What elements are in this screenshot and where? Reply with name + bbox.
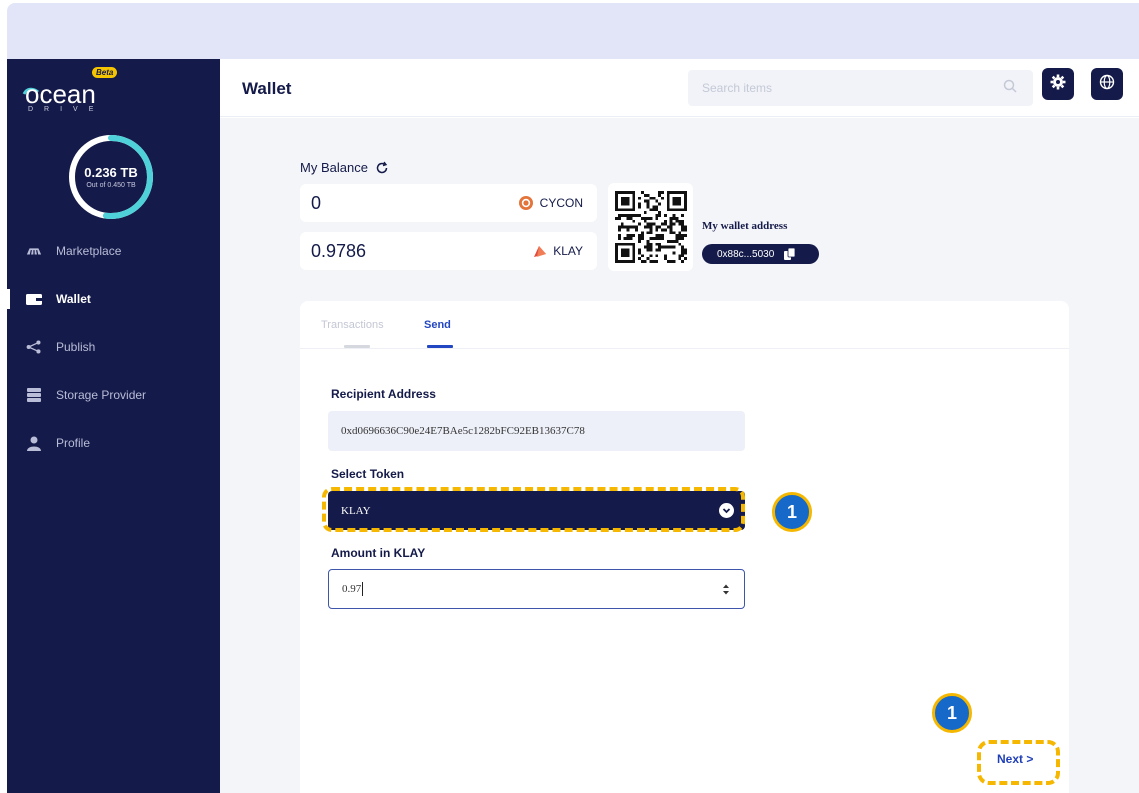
storage-used: 0.236 TB (84, 165, 138, 180)
sidebar-item-publish[interactable]: Publish (7, 323, 220, 371)
sidebar: ocean Beta DRIVE 0.236 TB Out of 0.450 T… (7, 59, 220, 793)
step-badge-1: 1 (772, 492, 812, 532)
tab-transactions[interactable]: Transactions (321, 319, 384, 331)
klay-balance-amount: 0.9786 (311, 240, 367, 261)
sidebar-item-label: Storage Provider (56, 388, 147, 402)
amount-label: Amount in KLAY (331, 546, 426, 560)
globe-icon (1099, 74, 1115, 95)
amount-input[interactable]: 0.97 (328, 569, 745, 609)
klay-token: KLAY (533, 244, 583, 258)
refresh-icon[interactable] (375, 161, 389, 175)
wallet-address-copy-button[interactable]: 0x88c...5030 (702, 244, 819, 264)
cycon-balance-row: 0 CYCON (300, 184, 597, 222)
sidebar-item-storage-provider[interactable]: Storage Provider (7, 371, 220, 419)
server-icon (26, 387, 42, 403)
language-button[interactable] (1091, 68, 1123, 100)
sidebar-item-wallet[interactable]: Wallet (7, 275, 220, 323)
select-token-label: Select Token (331, 467, 405, 481)
klay-coin-icon (533, 245, 547, 258)
step-badge-2: 1 (932, 693, 972, 733)
sidebar-item-label: Publish (56, 340, 96, 354)
tab-transactions-indicator (344, 345, 370, 348)
tab-send-indicator (427, 345, 453, 348)
balance-title: My Balance (300, 160, 389, 175)
logo-subtitle: DRIVE (28, 106, 105, 113)
klay-balance-row: 0.9786 KLAY (300, 232, 597, 270)
sidebar-item-profile[interactable]: Profile (7, 419, 220, 467)
text-cursor (362, 582, 364, 596)
cycon-balance-amount: 0 (311, 192, 322, 213)
ocean-drive-logo[interactable]: ocean Beta DRIVE (22, 67, 132, 115)
sidebar-item-label: Profile (56, 436, 91, 450)
stepper-arrows-icon[interactable] (722, 583, 730, 596)
wallet-tabs: Transactions Send (300, 301, 1069, 349)
main-header: Wallet (220, 59, 1139, 117)
top-band (7, 3, 1139, 59)
cycon-token-label: CYCON (539, 196, 583, 210)
settings-button[interactable] (1042, 68, 1074, 100)
cycon-token: CYCON (518, 196, 583, 210)
search-icon[interactable] (1003, 79, 1017, 98)
page-title: Wallet (242, 79, 292, 98)
search-input[interactable] (688, 70, 1033, 106)
main-content: My Balance 0 CYCON 0.9786 KLAY My wallet… (220, 118, 1139, 793)
wallet-qr-code[interactable] (608, 183, 693, 271)
wallet-icon (26, 291, 42, 307)
sidebar-item-label: Marketplace (56, 244, 122, 258)
storage-usage-ring: 0.236 TB Out of 0.450 TB (65, 131, 157, 223)
klay-token-label: KLAY (553, 244, 583, 258)
next-button[interactable]: Next > (997, 752, 1033, 766)
recipient-address-label: Recipient Address (331, 387, 436, 401)
storage-total: Out of 0.450 TB (86, 182, 136, 189)
wallet-address: 0x88c...5030 (717, 248, 775, 260)
wallet-address-label: My wallet address (702, 220, 788, 232)
copy-icon (784, 248, 796, 260)
cycon-coin-icon (518, 196, 533, 210)
gear-icon (1050, 74, 1066, 95)
token-select-highlight (322, 487, 745, 532)
sidebar-nav: Marketplace Wallet Publish Storage Provi… (7, 227, 220, 467)
user-icon (26, 435, 42, 451)
beta-badge: Beta (92, 67, 118, 78)
recipient-address-input[interactable]: 0xd0696636C90e24E7BAe5c1282bFC92EB13637C… (328, 411, 745, 451)
sidebar-item-label: Wallet (56, 292, 91, 306)
sidebar-item-marketplace[interactable]: Marketplace (7, 227, 220, 275)
share-icon (26, 339, 42, 355)
balance-title-label: My Balance (300, 160, 368, 175)
marketplace-icon (26, 243, 42, 259)
tab-send[interactable]: Send (424, 319, 451, 331)
amount-value: 0.97 (342, 583, 362, 595)
